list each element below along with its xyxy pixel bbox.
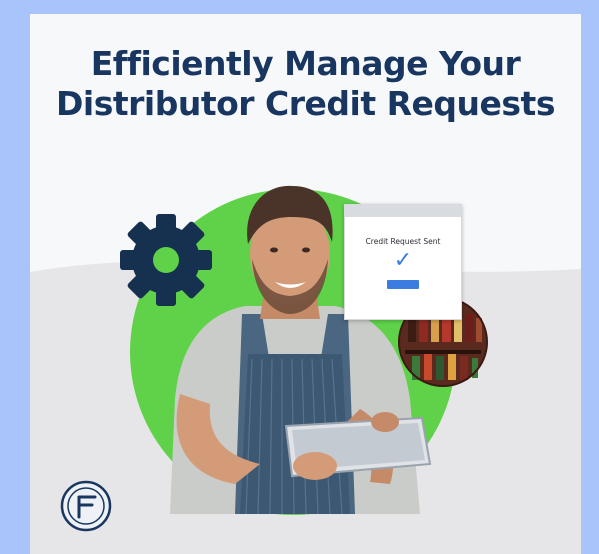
brand-logo-icon <box>60 480 112 532</box>
illustration <box>60 185 488 532</box>
dialog-message: Credit Request Sent <box>365 237 441 246</box>
credit-request-dialog: Credit Request Sent ✓ <box>344 204 462 320</box>
promo-card: Efficiently Manage Your Distributor Cred… <box>30 14 581 554</box>
gear-icon <box>120 214 212 306</box>
checkmark-icon: ✓ <box>393 248 413 273</box>
dialog-button[interactable] <box>387 280 419 289</box>
dialog-titlebar <box>345 205 461 217</box>
